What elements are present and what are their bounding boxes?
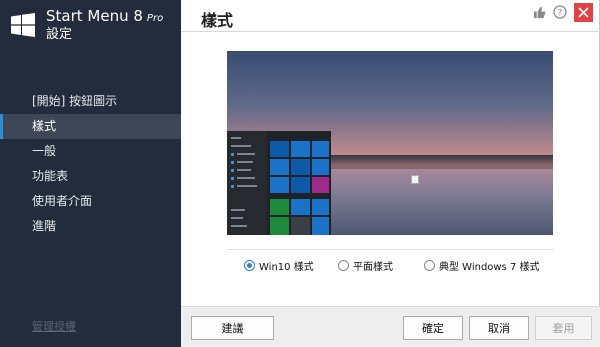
page-title: 樣式 <box>201 11 234 30</box>
footer-bar: 建議 確定 取消 套用 <box>181 306 600 347</box>
edition-badge: Pro <box>146 13 164 24</box>
suggest-button[interactable]: 建議 <box>191 316 274 340</box>
sidebar-item-user-interface[interactable]: 使用者介面 <box>0 189 181 214</box>
cancel-button[interactable]: 取消 <box>469 316 529 340</box>
sidebar-item-start-button-icon[interactable]: [開始] 按鈕圖示 <box>0 89 181 114</box>
radio-windows7-style[interactable] <box>424 260 435 271</box>
option-windows7-style-label: 典型 Windows 7 樣式 <box>439 262 540 273</box>
brand-header: Start Menu 8 Pro 設定 <box>0 0 181 48</box>
apply-button[interactable]: 套用 <box>535 316 592 340</box>
option-flat-style-label: 平面樣式 <box>353 262 393 273</box>
option-win10-style[interactable]: Win10 樣式 <box>244 258 314 273</box>
manage-license-link[interactable]: 管理授權 <box>32 318 76 334</box>
sidebar-nav: [開始] 按鈕圖示 樣式 一般 功能表 使用者介面 進階 <box>0 89 181 239</box>
option-flat-style[interactable]: 平面樣式 <box>338 258 393 273</box>
title-bar-icons: ? <box>525 2 593 22</box>
title-divider <box>181 31 600 32</box>
help-icon[interactable]: ? <box>553 5 567 19</box>
option-windows7-style[interactable]: 典型 Windows 7 樣式 <box>424 258 540 273</box>
app-subtitle: 設定 <box>46 27 73 42</box>
close-button[interactable] <box>574 2 593 22</box>
radio-win10-style[interactable] <box>244 260 255 271</box>
desktop-file-icon <box>411 175 419 184</box>
close-icon <box>578 6 589 18</box>
thumbs-up-icon[interactable] <box>532 5 546 19</box>
style-preview-image <box>227 51 553 235</box>
option-win10-style-label: Win10 樣式 <box>259 262 314 273</box>
windows-logo-icon <box>11 13 35 37</box>
sidebar-item-style[interactable]: 樣式 <box>0 114 181 139</box>
start-menu-preview <box>227 131 331 235</box>
main-panel: 樣式 ? Win10 樣式 平面樣式 典型 Windows 7 樣式 建議 確定… <box>181 0 600 347</box>
sidebar: Start Menu 8 Pro 設定 [開始] 按鈕圖示 樣式 一般 功能表 使… <box>0 0 181 347</box>
sidebar-item-advanced[interactable]: 進階 <box>0 214 181 239</box>
sidebar-item-menu[interactable]: 功能表 <box>0 164 181 189</box>
sidebar-item-general[interactable]: 一般 <box>0 139 181 164</box>
ok-button[interactable]: 確定 <box>403 316 463 340</box>
svg-text:?: ? <box>558 9 563 19</box>
radio-flat-style[interactable] <box>338 260 349 271</box>
options-divider <box>227 249 553 250</box>
